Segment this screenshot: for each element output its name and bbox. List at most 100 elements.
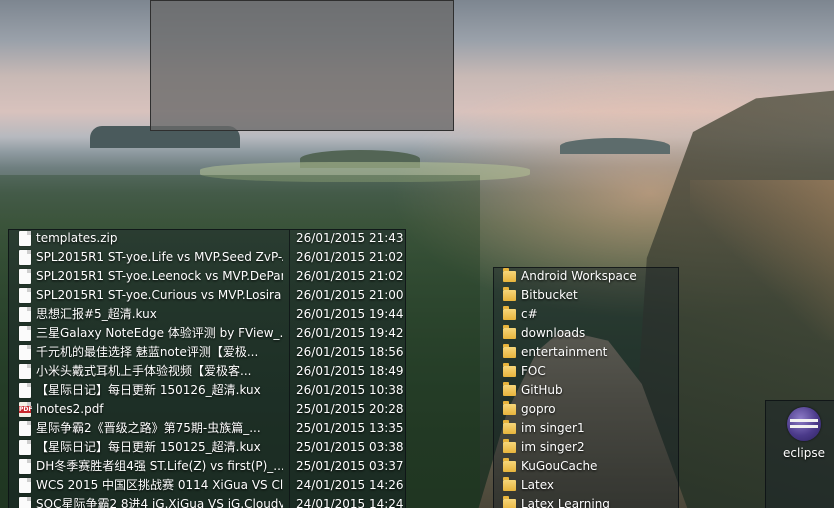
file-name: 思想汇报#5_超清.kux bbox=[36, 307, 157, 321]
document-icon bbox=[19, 307, 31, 322]
file-modified-date: 24/01/2015 14:26 bbox=[296, 478, 404, 492]
folder-item[interactable]: c# bbox=[503, 305, 679, 324]
folder-item[interactable]: Bitbucket bbox=[503, 286, 679, 305]
file-name: SOC星际争霸2 8进4 iG.XiGua VS iG.Cloudy ... bbox=[36, 497, 283, 508]
file-item[interactable]: SOC星际争霸2 8进4 iG.XiGua VS iG.Cloudy ... 24… bbox=[19, 495, 409, 508]
file-name: SPL2015R1 ST-yoe.Curious vs MVP.Losira Z… bbox=[36, 288, 283, 302]
folder-icon bbox=[503, 363, 516, 377]
file-name: 【星际日记】每日更新 150126_超清.kux bbox=[36, 383, 261, 397]
folder-icon bbox=[503, 401, 516, 415]
file-item[interactable]: SPL2015R1 ST-yoe.Curious vs MVP.Losira Z… bbox=[19, 286, 409, 305]
file-name: 星际争霸2《晋级之路》第75期-虫族篇_... bbox=[36, 421, 261, 435]
file-item[interactable]: WCS 2015 中国区挑战赛 0114 XiGua VS Cla... 24/0… bbox=[19, 476, 409, 495]
document-icon bbox=[19, 383, 31, 398]
document-icon bbox=[19, 421, 31, 436]
folder-icon bbox=[503, 344, 516, 358]
file-modified-date: 25/01/2015 03:38 bbox=[296, 440, 404, 454]
folder-item[interactable]: im singer2 bbox=[503, 438, 679, 457]
file-modified-date: 26/01/2015 10:38 bbox=[296, 383, 404, 397]
file-item[interactable]: 千元机的最佳选择 魅蓝note评测【爱极... 26/01/2015 18:56 bbox=[19, 343, 409, 362]
folder-name: c# bbox=[521, 307, 538, 321]
folder-item[interactable]: im singer1 bbox=[503, 419, 679, 438]
folder-name: Latex bbox=[521, 478, 555, 492]
folder-icon bbox=[503, 306, 516, 320]
file-name: 千元机的最佳选择 魅蓝note评测【爱极... bbox=[36, 345, 259, 359]
file-modified-date: 26/01/2015 18:49 bbox=[296, 364, 404, 378]
file-name: SPL2015R1 ST-yoe.Leenock vs MVP.DePartu.… bbox=[36, 269, 283, 283]
file-item[interactable]: SPL2015R1 ST-yoe.Life vs MVP.Seed ZvP-AC… bbox=[19, 248, 409, 267]
app-label: eclipse bbox=[783, 446, 825, 460]
file-name: 【星际日记】每日更新 150125_超清.kux bbox=[36, 440, 261, 454]
folder-item[interactable]: FOC bbox=[503, 362, 679, 381]
document-icon bbox=[19, 269, 31, 284]
folder-icon bbox=[503, 496, 516, 508]
folders-fence[interactable]: Android Workspace Bitbucket c# downloads ent… bbox=[493, 267, 679, 508]
document-icon bbox=[19, 250, 31, 265]
folder-item[interactable]: Latex bbox=[503, 476, 679, 495]
folder-name: gopro bbox=[521, 402, 556, 416]
wallpaper-sunlight bbox=[690, 180, 834, 340]
file-modified-date: 26/01/2015 21:43 bbox=[296, 231, 404, 245]
document-icon bbox=[19, 459, 31, 474]
folder-name: Latex Learning bbox=[521, 497, 610, 508]
folder-icon bbox=[503, 268, 516, 282]
document-icon bbox=[19, 440, 31, 455]
recent-files-fence[interactable]: templates.zip 26/01/2015 21:43 SPL2015R1 S… bbox=[8, 229, 406, 508]
folder-item[interactable]: gopro bbox=[503, 400, 679, 419]
document-icon bbox=[19, 288, 31, 303]
folder-icon bbox=[503, 420, 516, 434]
folder-item[interactable]: Latex Learning bbox=[503, 495, 679, 508]
folder-item[interactable]: Android Workspace bbox=[503, 267, 679, 286]
folder-name: entertainment bbox=[521, 345, 608, 359]
folder-name: KuGouCache bbox=[521, 459, 598, 473]
file-name: 小米头戴式耳机上手体验视频【爱极客... bbox=[36, 364, 252, 378]
file-modified-date: 26/01/2015 21:00 bbox=[296, 288, 404, 302]
apps-fence[interactable]: eclipse bbox=[765, 400, 834, 508]
file-name: templates.zip bbox=[36, 231, 118, 245]
file-modified-date: 25/01/2015 20:28 bbox=[296, 402, 404, 416]
file-modified-date: 26/01/2015 19:42 bbox=[296, 326, 404, 340]
selection-rectangle bbox=[150, 0, 454, 131]
file-modified-date: 26/01/2015 19:44 bbox=[296, 307, 404, 321]
folder-item[interactable]: GitHub bbox=[503, 381, 679, 400]
document-icon bbox=[19, 345, 31, 360]
file-item[interactable]: 星际争霸2《晋级之路》第75期-虫族篇_... 25/01/2015 13:35 bbox=[19, 419, 409, 438]
file-item[interactable]: 思想汇报#5_超清.kux 26/01/2015 19:44 bbox=[19, 305, 409, 324]
folder-icon bbox=[503, 477, 516, 491]
file-item[interactable]: 【星际日记】每日更新 150125_超清.kux 25/01/2015 03:38 bbox=[19, 438, 409, 457]
folder-name: Bitbucket bbox=[521, 288, 578, 302]
file-name: DH冬季赛胜者组4强 ST.Life(Z) vs first(P)_... bbox=[36, 459, 283, 473]
folder-name: downloads bbox=[521, 326, 586, 340]
file-modified-date: 26/01/2015 21:02 bbox=[296, 250, 404, 264]
pdf-icon bbox=[19, 402, 31, 417]
document-icon bbox=[19, 478, 31, 493]
file-modified-date: 25/01/2015 13:35 bbox=[296, 421, 404, 435]
file-name: 三星Galaxy NoteEdge 体验评测 by FView_... bbox=[36, 326, 283, 340]
folder-item[interactable]: downloads bbox=[503, 324, 679, 343]
file-item[interactable]: 三星Galaxy NoteEdge 体验评测 by FView_... 26/01… bbox=[19, 324, 409, 343]
folder-name: Android Workspace bbox=[521, 269, 637, 283]
file-modified-date: 26/01/2015 18:56 bbox=[296, 345, 404, 359]
folder-name: GitHub bbox=[521, 383, 563, 397]
file-name: WCS 2015 中国区挑战赛 0114 XiGua VS Cla... bbox=[36, 478, 283, 492]
wallpaper-ridge bbox=[560, 138, 670, 154]
file-item[interactable]: DH冬季赛胜者组4强 ST.Life(Z) vs first(P)_... 25/… bbox=[19, 457, 409, 476]
file-name: lnotes2.pdf bbox=[36, 402, 104, 416]
file-item[interactable]: 小米头戴式耳机上手体验视频【爱极客... 26/01/2015 18:49 bbox=[19, 362, 409, 381]
folder-icon bbox=[503, 458, 516, 472]
file-item[interactable]: lnotes2.pdf 25/01/2015 20:28 bbox=[19, 400, 409, 419]
folder-icon bbox=[503, 382, 516, 396]
file-modified-date: 26/01/2015 21:02 bbox=[296, 269, 404, 283]
file-item[interactable]: SPL2015R1 ST-yoe.Leenock vs MVP.DePartu.… bbox=[19, 267, 409, 286]
folder-icon bbox=[503, 439, 516, 453]
folder-item[interactable]: entertainment bbox=[503, 343, 679, 362]
folder-name: im singer2 bbox=[521, 440, 585, 454]
file-name: SPL2015R1 ST-yoe.Life vs MVP.Seed ZvP-AC… bbox=[36, 250, 283, 264]
file-modified-date: 25/01/2015 03:37 bbox=[296, 459, 404, 473]
folder-item[interactable]: KuGouCache bbox=[503, 457, 679, 476]
folder-icon bbox=[503, 325, 516, 339]
file-item[interactable]: templates.zip 26/01/2015 21:43 bbox=[19, 229, 409, 248]
document-icon bbox=[19, 364, 31, 379]
eclipse-shortcut[interactable]: eclipse bbox=[774, 405, 834, 467]
file-item[interactable]: 【星际日记】每日更新 150126_超清.kux 26/01/2015 10:38 bbox=[19, 381, 409, 400]
